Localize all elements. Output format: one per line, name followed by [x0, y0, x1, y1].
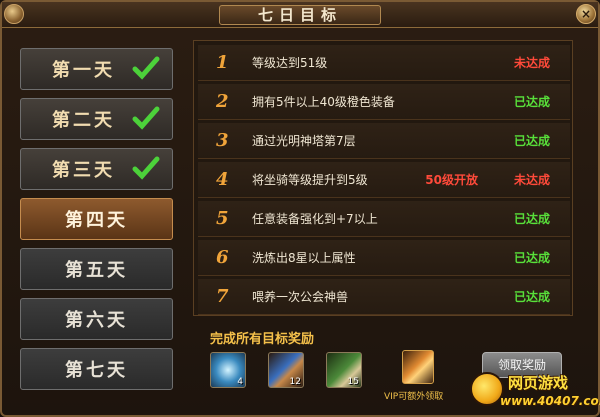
task-description: 拥有5件以上40级橙色装备 [252, 95, 395, 109]
task-status: 已达成 [513, 95, 550, 109]
treasure-bag-icon[interactable] [402, 350, 434, 384]
item-count: 4 [237, 377, 243, 387]
checkmark-icon [132, 156, 160, 180]
task-status: 已达成 [513, 134, 550, 148]
task-description: 喂养一次公会神兽 [252, 290, 349, 304]
task-status: 已达成 [513, 290, 550, 304]
spellbook-icon[interactable]: 15 [326, 352, 362, 388]
task-row: 3 通过光明神塔第7层 已达成 [198, 123, 570, 159]
mascot-logo-icon [470, 372, 504, 406]
task-row: 4 将坐骑等级提升到5级 50级开放 未达成 [198, 162, 570, 198]
checkmark-icon [132, 56, 160, 80]
day-label: 第一天 [52, 60, 115, 81]
task-number: 1 [216, 52, 229, 73]
task-status: 未达成 [513, 56, 550, 70]
task-row: 1 等级达到51级 未达成 [198, 45, 570, 81]
task-note: 50级开放 [425, 173, 478, 187]
day-tab-7[interactable]: 第七天 [20, 348, 173, 390]
day-label: 第七天 [65, 360, 128, 381]
day-label: 第五天 [65, 260, 128, 281]
day-tab-1[interactable]: 第一天 [20, 48, 173, 90]
task-status: 未达成 [513, 173, 550, 187]
task-row: 5 任意装备强化到+7以上 已达成 [198, 201, 570, 237]
day-tab-4[interactable]: 第四天 [20, 198, 173, 240]
task-description: 等级达到51级 [252, 56, 328, 70]
task-list: 1 等级达到51级 未达成 2 拥有5件以上40级橙色装备 已达成 3 通过光明… [193, 40, 573, 316]
reward-title: 完成所有目标奖励 [210, 332, 315, 347]
day-tab-3[interactable]: 第三天 [20, 148, 173, 190]
task-description: 洗炼出8星以上属性 [252, 251, 356, 265]
checkmark-icon [132, 106, 160, 130]
scroll-icon[interactable]: 12 [268, 352, 304, 388]
day-label: 第二天 [52, 110, 115, 131]
task-row: 6 洗炼出8星以上属性 已达成 [198, 240, 570, 276]
task-description: 通过光明神塔第7层 [252, 134, 356, 148]
close-button[interactable]: × [576, 4, 596, 24]
day-list: 第一天 第二天 第三天 第四天 第五天 第六天 第七天 [20, 48, 173, 398]
task-row: 7 喂养一次公会神兽 已达成 [198, 279, 570, 315]
site-watermark: 网页游戏 www.40407.com [470, 372, 600, 414]
day-tab-5[interactable]: 第五天 [20, 248, 173, 290]
crystal-orb-icon[interactable]: 4 [210, 352, 246, 388]
task-description: 任意装备强化到+7以上 [252, 212, 378, 226]
vip-extra-label: VIP可额外领取 [384, 392, 444, 402]
task-status: 已达成 [513, 251, 550, 265]
task-description: 将坐骑等级提升到5级 [252, 173, 368, 187]
ornament-orb-icon [4, 4, 24, 24]
watermark-url: www.40407.com [500, 394, 600, 408]
task-number: 2 [216, 91, 229, 112]
task-number: 7 [216, 286, 229, 307]
item-count: 12 [289, 377, 301, 387]
task-number: 6 [216, 247, 229, 268]
task-number: 3 [216, 130, 229, 151]
item-count: 15 [347, 377, 359, 387]
task-status: 已达成 [513, 212, 550, 226]
task-number: 5 [216, 208, 229, 229]
day-tab-2[interactable]: 第二天 [20, 98, 173, 140]
watermark-title: 网页游戏 [508, 374, 569, 392]
task-row: 2 拥有5件以上40级橙色装备 已达成 [198, 84, 570, 120]
day-label: 第四天 [65, 210, 128, 231]
window-title: 七日目标 [218, 5, 381, 25]
title-bar: 七日目标 × [2, 2, 598, 28]
day-label: 第六天 [65, 310, 128, 331]
task-number: 4 [216, 169, 229, 190]
day-tab-6[interactable]: 第六天 [20, 298, 173, 340]
day-label: 第三天 [52, 160, 115, 181]
